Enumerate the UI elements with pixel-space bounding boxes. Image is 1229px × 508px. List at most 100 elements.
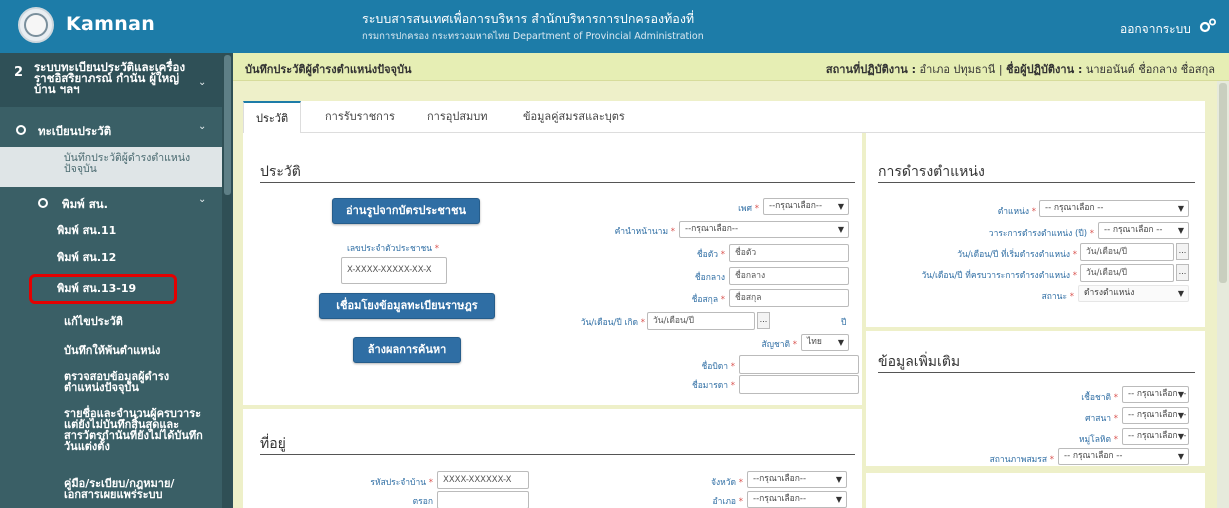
gear-icon[interactable]	[1198, 16, 1218, 36]
birth-date-input[interactable]: วัน/เดือน/ปี	[647, 312, 755, 330]
race-label: เชื้อชาติ *	[1081, 393, 1118, 403]
system-subtitle: กรมการปกครอง กระทรวงมหาดไทย Department o…	[362, 31, 704, 42]
tab-service[interactable]: การรับราชการ	[313, 101, 407, 133]
first-name-label: ชื่อตัว *	[696, 250, 725, 260]
tab-bar: ประวัติ การรับราชการ การอุปสมบท ข้อมูลคู…	[243, 101, 1205, 134]
extra-info-divider	[878, 372, 1195, 373]
section-label: ระบบทะเบียนประวัติและเครื่องราชอิสริยาภร…	[34, 60, 186, 96]
read-id-card-button[interactable]: อ่านรูปจากบัตรประชาชน	[332, 198, 480, 224]
logout-link[interactable]: ออกจากระบบ	[1120, 20, 1191, 39]
religion-label: ศาสนา *	[1085, 414, 1118, 424]
address-divider	[260, 454, 855, 455]
profile-divider	[260, 182, 855, 183]
sidebar-item-term-report[interactable]: รายชื่อและจำนวนผู้ครบวาระแต่ยังไม่บันทึก…	[64, 408, 204, 452]
district-label: อำเภอ *	[712, 497, 743, 507]
system-title: ระบบสารสนเทศเพื่อการบริหาร สำนักบริหารกา…	[362, 11, 695, 26]
nationality-select[interactable]: ไทย ▼	[801, 334, 849, 351]
marital-status-select[interactable]: -- กรุณาเลือก -- ▼	[1058, 448, 1189, 465]
sidebar-item-print-12[interactable]: พิมพ์ สน.12	[57, 252, 116, 263]
chevron-down-icon: ⌄	[198, 77, 207, 88]
profile-title: ประวัติ	[260, 164, 301, 180]
sidebar-item-print-11[interactable]: พิมพ์ สน.11	[57, 225, 116, 236]
address-panel: ที่อยู่ รหัสประจำบ้าน * XXXX-XXXXXX-X ตร…	[243, 409, 862, 508]
id-label: เลขประจำตัวประชาชน *	[346, 244, 440, 254]
sidebar-item-leave-position[interactable]: บันทึกให้พ้นตำแหน่ง	[64, 345, 214, 356]
sidebar: 2 ระบบทะเบียนประวัติและเครื่องราชอิสริยา…	[0, 53, 233, 508]
last-name-label: ชื่อสกุล *	[691, 295, 725, 305]
sidebar-section-header[interactable]: 2 ระบบทะเบียนประวัติและเครื่องราชอิสริยา…	[0, 53, 222, 107]
end-date-label: วัน/เดือน/ปี ที่ครบวาระการดำรงตำแหน่ง *	[921, 271, 1077, 281]
start-date-label: วัน/เดือน/ปี ที่เริ่มดำรงตำแหน่ง *	[957, 250, 1077, 260]
prefix-select[interactable]: --กรุณาเลือก-- ▼	[679, 221, 849, 238]
alley-input[interactable]	[437, 491, 529, 508]
citizen-id-input[interactable]: X-XXXX-XXXXX-XX-X	[341, 257, 447, 284]
sidebar-item-label: ทะเบียนประวัติ	[38, 124, 112, 138]
section-number: 2	[14, 65, 24, 80]
nationality-label: สัญชาติ *	[761, 340, 797, 350]
blood-group-select[interactable]: -- กรุณาเลือก -- ▼	[1122, 428, 1189, 445]
extra-info-panel: ข้อมูลเพิ่มเติม เชื้อชาติ * -- กรุณาเลือ…	[866, 331, 1205, 466]
clear-search-button[interactable]: ล้างผลการค้นหา	[353, 337, 461, 363]
sidebar-item-verify-current[interactable]: ตรวจสอบข้อมูลผู้ดำรงตำแหน่งปัจจุบัน	[64, 371, 204, 393]
status-select[interactable]: ดำรงตำแหน่ง ▼	[1078, 285, 1189, 302]
mother-name-input[interactable]	[739, 375, 859, 394]
top-bar: Kamnan ระบบสารสนเทศเพื่อการบริหาร สำนักบ…	[0, 0, 1229, 53]
house-code-input[interactable]: XXXX-XXXXXX-X	[437, 471, 529, 489]
term-label: วาระการดำรงตำแหน่ง (ปี) *	[988, 229, 1094, 239]
profile-panel: ประวัติ อ่านรูปจากบัตรประชาชน เลขประจำตั…	[243, 133, 862, 405]
address-title: ที่อยู่	[260, 436, 286, 452]
middle-name-label: ชื่อกลาง	[694, 273, 725, 283]
tab-spouse-children[interactable]: ข้อมูลคู่สมรสและบุตร	[511, 101, 637, 133]
position-select[interactable]: -- กรุณาเลือก -- ▼	[1039, 200, 1189, 217]
term-select[interactable]: -- กรุณาเลือก -- ▼	[1098, 222, 1189, 239]
father-name-input[interactable]	[739, 355, 859, 374]
main-content: บันทึกประวัติผู้ดำรงตำแหน่งปัจจุบัน สถาน…	[233, 53, 1229, 508]
gender-select[interactable]: --กรุณาเลือก-- ▼	[763, 198, 849, 215]
province-select[interactable]: --กรุณาเลือก-- ▼	[747, 471, 847, 488]
year-unit: ปี	[841, 318, 847, 328]
brand-name: Kamnan	[66, 13, 156, 35]
race-select[interactable]: -- กรุณาเลือก -- ▼	[1122, 386, 1189, 403]
status-label: สถานะ *	[1041, 292, 1074, 302]
operator-label: ชื่อผู้ปฏิบัติงาน :	[1006, 63, 1083, 76]
breadcrumb: บันทึกประวัติผู้ดำรงตำแหน่งปัจจุบัน	[245, 63, 412, 76]
religion-select[interactable]: -- กรุณาเลือก -- ▼	[1122, 407, 1189, 424]
info-separator: |	[998, 63, 1003, 76]
position-label: ตำแหน่ง *	[997, 207, 1036, 217]
prefix-label: คำนำหน้านาม *	[614, 227, 675, 237]
department-logo	[18, 7, 54, 43]
middle-name-input[interactable]: ชื่อกลาง	[729, 267, 849, 285]
gender-label: เพศ *	[738, 204, 759, 214]
operator-value: นายอนันต์ ชื่อกลาง ชื่อสกุล	[1085, 63, 1215, 76]
birth-date-picker-button[interactable]: ...	[757, 312, 770, 329]
last-name-input[interactable]: ชื่อสกุล	[729, 289, 849, 307]
province-label: จังหวัด *	[711, 478, 743, 488]
father-name-label: ชื่อบิดา *	[701, 362, 735, 372]
start-date-input[interactable]: วัน/เดือน/ปี	[1080, 243, 1174, 261]
position-divider	[878, 182, 1195, 183]
sidebar-item-edit-profile[interactable]: แก้ไขประวัติ	[64, 316, 214, 327]
chevron-down-icon: ⌄	[198, 194, 207, 205]
app-window: Kamnan ระบบสารสนเทศเพื่อการบริหาร สำนักบ…	[0, 0, 1229, 508]
circle-icon	[16, 125, 26, 135]
house-code-label: รหัสประจำบ้าน *	[370, 478, 433, 488]
end-date-input[interactable]: วัน/เดือน/ปี	[1080, 264, 1174, 282]
start-date-picker-button[interactable]: ...	[1176, 243, 1189, 260]
tab-profile[interactable]: ประวัติ	[243, 101, 302, 134]
first-name-input[interactable]: ชื่อตัว	[729, 244, 849, 262]
sidebar-scroll-thumb[interactable]	[224, 55, 231, 195]
end-date-picker-button[interactable]: ...	[1176, 264, 1189, 281]
alley-label: ตรอก	[412, 497, 433, 507]
sidebar-item-registry[interactable]: ทะเบียนประวัติ ⌄	[0, 117, 222, 143]
link-registration-button[interactable]: เชื่อมโยงข้อมูลทะเบียนราษฎร	[319, 293, 495, 319]
position-panel: การดำรงตำแหน่ง ตำแหน่ง * -- กรุณาเลือก -…	[866, 133, 1205, 327]
district-select[interactable]: --กรุณาเลือก-- ▼	[747, 491, 847, 508]
user-info: สถานที่ปฏิบัติงาน : อำเภอ ปทุมธานี | ชื่…	[826, 60, 1215, 78]
sidebar-item-label: บันทึกประวัติผู้ดำรงตำแหน่งปัจจุบัน	[64, 152, 191, 175]
main-scroll-thumb[interactable]	[1219, 83, 1227, 283]
sidebar-item-print-group[interactable]: พิมพ์ สน. ⌄	[0, 191, 222, 215]
workplace-label: สถานที่ปฏิบัติงาน :	[825, 63, 917, 76]
tab-ordination[interactable]: การอุปสมบท	[415, 101, 500, 133]
sidebar-item-manual[interactable]: คู่มือ/ระเบียบ/กฎหมาย/เอกสารเผยแพร่ระบบ	[64, 478, 204, 500]
sidebar-item-record-current[interactable]: บันทึกประวัติผู้ดำรงตำแหน่งปัจจุบัน	[0, 147, 222, 187]
